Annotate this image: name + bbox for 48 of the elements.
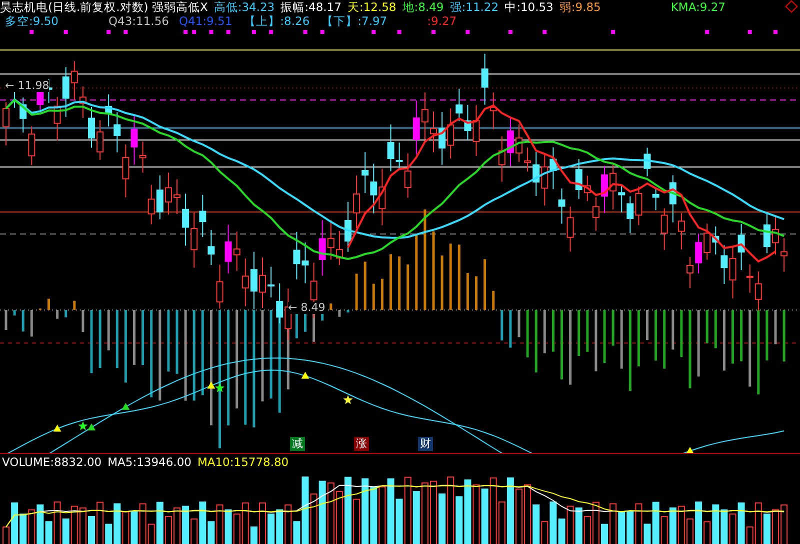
star-icon [215,383,224,392]
indicator-value: 9.51 [206,14,232,28]
indicator-label: 高低: [214,0,242,14]
triangle-icon [207,382,216,389]
indicator-label: 天: [347,0,364,14]
triangle-icon [88,423,96,430]
indicator-value: 11.56 [136,14,169,28]
volume-value: 15778.80 [234,454,289,469]
indicator-value: 12.58 [363,0,396,14]
indicator-label: 强: [450,0,466,14]
triangle-icon [122,402,130,410]
star-icon [78,421,88,430]
indicator-label: 地: [402,0,418,14]
triangle-icon [301,372,310,379]
volume-label: MA10: [197,454,234,469]
indicator-label: 中: [504,0,520,14]
indicator-value: 10.53 [520,0,554,14]
signal-label: 财 [418,437,433,451]
indicator-label: 【上】 [244,14,280,28]
indicator-label: Q41: [178,14,207,28]
indicator-value: 8.49 [418,0,444,14]
indicator-label: 多空: [5,14,33,28]
chart-title: 昊志机电(日线.前复权.对数) 强弱高低X [0,0,208,14]
signal-label: 减 [290,437,305,451]
indicator-label: KMA: [670,0,700,14]
indicator-value: 48.17 [308,0,342,14]
price-annotation: ← 8.49 [288,302,326,314]
indicator-value: 11.22 [466,0,499,14]
indicator-label: 弱: [559,0,576,14]
indicator-label: 【下】 [322,14,358,28]
indicator-value: 9.27 [700,0,726,14]
triangle-icon [53,424,62,432]
indicator-label: Q43: [108,14,136,28]
price-annotation: ← 11.98 [5,80,50,92]
volume-label: MA5: [108,454,137,469]
volume-value: 8832.00 [54,454,102,469]
signal-label: 涨 [354,437,369,451]
volume-value: 13946.00 [136,454,192,469]
volume-label: VOLUME: [2,454,54,469]
indicator-value: 34.23 [242,0,275,14]
indicator-value: 9.85 [575,0,601,14]
star-icon [343,395,353,404]
indicator-label: 振幅: [280,0,309,14]
indicator-value: 9.50 [32,14,58,28]
indicator-value: :8.26 [280,14,310,28]
indicator-value: :7.97 [358,14,388,28]
triangle-icon [686,446,694,453]
indicator-value: :9.27 [427,14,457,28]
